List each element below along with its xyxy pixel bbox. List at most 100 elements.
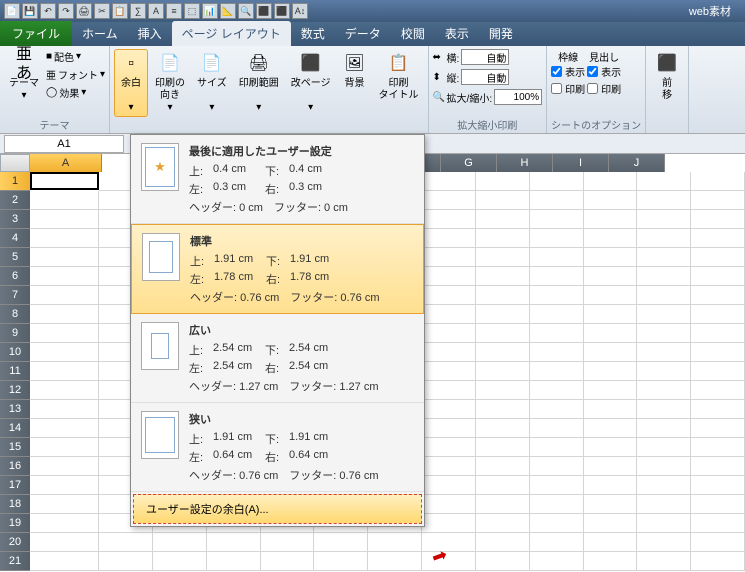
row-header[interactable]: 14 — [0, 419, 30, 438]
tab-0[interactable]: ホーム — [72, 21, 128, 46]
scale-width-input[interactable] — [461, 49, 509, 65]
row-header[interactable]: 4 — [0, 229, 30, 248]
qa-button-6[interactable]: 📋 — [112, 3, 128, 19]
cell[interactable] — [584, 514, 638, 533]
cell[interactable] — [422, 419, 476, 438]
cell[interactable] — [30, 381, 99, 400]
cell[interactable] — [30, 229, 99, 248]
cell[interactable] — [476, 400, 530, 419]
cell[interactable] — [530, 305, 584, 324]
cell[interactable] — [530, 400, 584, 419]
row-header[interactable]: 18 — [0, 495, 30, 514]
cell[interactable] — [30, 438, 99, 457]
cell[interactable] — [530, 476, 584, 495]
select-all-corner[interactable] — [0, 154, 30, 172]
row-header[interactable]: 13 — [0, 400, 30, 419]
cell[interactable] — [476, 514, 530, 533]
qa-button-5[interactable]: ✂ — [94, 3, 110, 19]
cell[interactable] — [691, 248, 745, 267]
cell[interactable] — [691, 267, 745, 286]
cell[interactable] — [691, 476, 745, 495]
qa-button-10[interactable]: ⬚ — [184, 3, 200, 19]
name-box[interactable]: A1 — [4, 135, 124, 153]
cell[interactable] — [422, 172, 476, 191]
tab-3[interactable]: 数式 — [291, 21, 335, 46]
cell[interactable] — [637, 229, 691, 248]
margins-button[interactable]: ▫ 余白▾ — [114, 49, 148, 117]
row-header[interactable]: 2 — [0, 191, 30, 210]
row-header[interactable]: 17 — [0, 476, 30, 495]
cell[interactable] — [422, 514, 476, 533]
margin-option-normal[interactable]: 標準上:1.91 cm下:1.91 cm左:1.78 cm右:1.78 cmヘッ… — [131, 224, 424, 314]
column-header[interactable]: A — [30, 154, 102, 172]
cell[interactable] — [30, 248, 99, 267]
cell[interactable] — [530, 343, 584, 362]
colors-button[interactable]: ■ 配色 ▾ — [46, 49, 105, 64]
cell[interactable] — [476, 324, 530, 343]
cell[interactable] — [584, 324, 638, 343]
cell[interactable] — [422, 286, 476, 305]
cell[interactable] — [30, 514, 99, 533]
cell[interactable] — [30, 495, 99, 514]
qa-button-2[interactable]: ↶ — [40, 3, 56, 19]
gridlines-view-checkbox[interactable]: 表示 — [551, 64, 585, 79]
cell[interactable] — [530, 362, 584, 381]
tab-2[interactable]: ページ レイアウト — [172, 21, 291, 46]
cell[interactable] — [476, 305, 530, 324]
gridlines-print-checkbox[interactable]: 印刷 — [551, 81, 585, 96]
cell[interactable] — [530, 533, 584, 552]
breaks-button[interactable]: ⬛改ページ▾ — [286, 49, 336, 117]
headings-print-checkbox[interactable]: 印刷 — [587, 81, 621, 96]
cell[interactable] — [637, 191, 691, 210]
cell[interactable] — [422, 495, 476, 514]
size-button[interactable]: 📄サイズ▾ — [192, 49, 232, 117]
cell[interactable] — [30, 400, 99, 419]
cell[interactable] — [584, 476, 638, 495]
row-header[interactable]: 16 — [0, 457, 30, 476]
cell[interactable] — [691, 191, 745, 210]
cell[interactable] — [584, 210, 638, 229]
cell[interactable] — [530, 457, 584, 476]
cell[interactable] — [691, 210, 745, 229]
scale-percent-input[interactable] — [494, 89, 542, 105]
cell[interactable] — [691, 438, 745, 457]
cell[interactable] — [584, 286, 638, 305]
row-header[interactable]: 12 — [0, 381, 30, 400]
cell[interactable] — [584, 267, 638, 286]
cell[interactable] — [584, 438, 638, 457]
orientation-button[interactable]: 📄印刷の 向き▾ — [150, 49, 190, 117]
cell[interactable] — [368, 552, 422, 571]
cell[interactable] — [691, 457, 745, 476]
cell[interactable] — [530, 495, 584, 514]
cell[interactable] — [637, 248, 691, 267]
cell[interactable] — [30, 343, 99, 362]
cell[interactable] — [691, 381, 745, 400]
print-titles-button[interactable]: 📋印刷 タイトル — [374, 49, 424, 105]
effects-button[interactable]: ◯ 効果 ▾ — [46, 85, 105, 100]
cell[interactable] — [261, 533, 315, 552]
cell[interactable] — [30, 457, 99, 476]
cell[interactable] — [637, 172, 691, 191]
cell[interactable] — [584, 191, 638, 210]
cell[interactable] — [30, 210, 99, 229]
cell[interactable] — [476, 362, 530, 381]
qa-button-12[interactable]: 📐 — [220, 3, 236, 19]
qa-button-8[interactable]: A — [148, 3, 164, 19]
cell[interactable] — [530, 210, 584, 229]
row-header[interactable]: 20 — [0, 533, 30, 552]
cell[interactable] — [422, 476, 476, 495]
cell[interactable] — [691, 305, 745, 324]
cell[interactable] — [476, 343, 530, 362]
cell[interactable] — [476, 495, 530, 514]
cell[interactable] — [30, 533, 99, 552]
cell[interactable] — [422, 267, 476, 286]
cell[interactable] — [422, 248, 476, 267]
qa-button-16[interactable]: A↕ — [292, 3, 308, 19]
qa-button-15[interactable]: ⬛ — [274, 3, 290, 19]
cell[interactable] — [637, 400, 691, 419]
qa-button-14[interactable]: ⬛ — [256, 3, 272, 19]
background-button[interactable]: 🖼背景 — [338, 49, 372, 93]
cell[interactable] — [691, 419, 745, 438]
cell[interactable] — [691, 343, 745, 362]
cell[interactable] — [153, 533, 207, 552]
